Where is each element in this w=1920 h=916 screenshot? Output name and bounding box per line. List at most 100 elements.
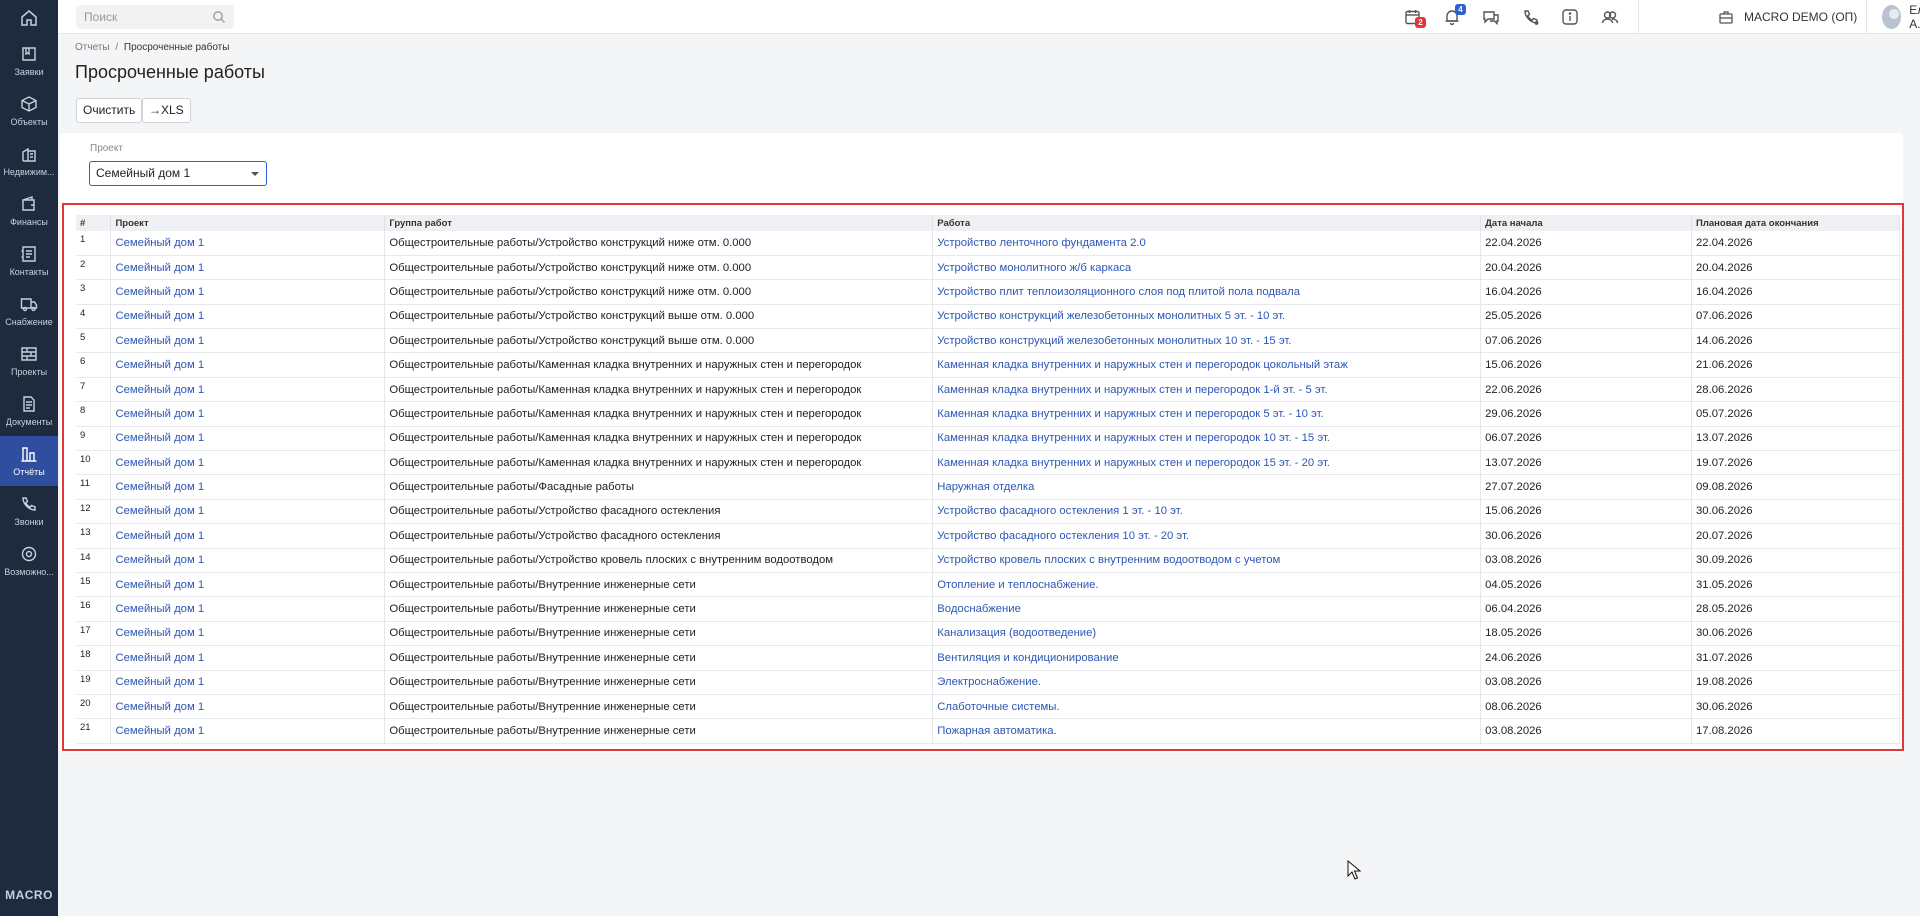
column-header[interactable]: # xyxy=(76,215,112,231)
planned-end-date-cell: 20.07.2026 xyxy=(1691,523,1900,549)
breadcrumb-parent[interactable]: Отчеты xyxy=(75,42,110,53)
sidebar-item-reports[interactable]: Отчёты xyxy=(0,436,58,486)
sidebar-item-gear[interactable]: Возможно... xyxy=(0,536,58,586)
sidebar-item-box[interactable]: Объекты xyxy=(0,86,58,136)
sidebar-item-wallet[interactable]: Финансы xyxy=(0,186,58,236)
search-input[interactable]: Поиск xyxy=(76,5,234,29)
project-link[interactable]: Семейный дом 1 xyxy=(110,572,386,597)
work-group-cell: Общестроительные работы/Внутренние инжен… xyxy=(384,572,934,597)
project-link[interactable]: Семейный дом 1 xyxy=(110,548,386,573)
sidebar-item-document[interactable]: Документы xyxy=(0,386,58,436)
planned-end-date-cell: 19.07.2026 xyxy=(1691,450,1900,475)
work-link[interactable]: Устройство ленточного фундамента 2.0 xyxy=(932,231,1482,256)
work-link[interactable]: Отопление и теплоснабжение. xyxy=(932,572,1482,597)
sidebar-item-label: Возможно... xyxy=(4,567,54,577)
project-select[interactable]: Семейный дом 1 xyxy=(89,161,267,186)
column-header[interactable]: Плановая дата окончания xyxy=(1691,215,1900,231)
chat-button[interactable] xyxy=(1482,8,1500,26)
row-number: 10 xyxy=(76,450,112,475)
column-header[interactable]: Работа xyxy=(932,215,1482,231)
work-link[interactable]: Водоснабжение xyxy=(932,596,1482,622)
sidebar-item-contacts[interactable]: Контакты xyxy=(0,236,58,286)
work-link[interactable]: Устройство кровель плоских с внутренним … xyxy=(932,548,1482,573)
sidebar-item-building[interactable]: Недвижим... xyxy=(0,136,58,186)
export-xls-button[interactable]: →XLS xyxy=(142,98,191,123)
work-link[interactable]: Каменная кладка внутренних и наружных ст… xyxy=(932,377,1482,402)
project-link[interactable]: Семейный дом 1 xyxy=(110,231,386,256)
table-row: 4 Семейный дом 1 Общестроительные работы/У… xyxy=(76,304,1900,329)
sidebar-item-truck[interactable]: Снабжение xyxy=(0,286,58,336)
table-row: 2 Семейный дом 1 Общестроительные работы/У… xyxy=(76,255,1900,280)
project-link[interactable]: Семейный дом 1 xyxy=(110,328,386,353)
row-number: 16 xyxy=(76,596,112,622)
breadcrumb-current: Просроченные работы xyxy=(123,42,230,53)
planned-end-date-cell: 31.05.2026 xyxy=(1691,572,1900,597)
column-header[interactable]: Группа работ xyxy=(384,215,934,231)
row-number: 18 xyxy=(76,645,112,671)
sidebar-item-projects[interactable]: Проекты xyxy=(0,336,58,386)
column-header[interactable]: Проект xyxy=(110,215,386,231)
work-link[interactable]: Каменная кладка внутренних и наружных ст… xyxy=(932,352,1482,378)
row-number: 9 xyxy=(76,426,112,451)
project-link[interactable]: Семейный дом 1 xyxy=(110,670,386,695)
calls-button[interactable] xyxy=(1522,8,1540,26)
row-number: 13 xyxy=(76,523,112,549)
project-link[interactable]: Семейный дом 1 xyxy=(110,450,386,475)
phone-icon xyxy=(22,497,36,511)
work-link[interactable]: Каменная кладка внутренних и наружных ст… xyxy=(932,450,1482,475)
user-menu[interactable]: Елена А. xyxy=(1882,0,1920,34)
work-link[interactable]: Пожарная автоматика. xyxy=(932,718,1482,744)
info-button[interactable] xyxy=(1561,8,1579,26)
table-row: 19 Семейный дом 1 Общестроительные работы/… xyxy=(76,670,1900,695)
work-link[interactable]: Электроснабжение. xyxy=(932,670,1482,695)
project-link[interactable]: Семейный дом 1 xyxy=(110,255,386,280)
work-link[interactable]: Устройство конструкций железобетонных мо… xyxy=(932,304,1482,329)
table-row: 15 Семейный дом 1 Общестроительные работы/… xyxy=(76,572,1900,597)
start-date-cell: 24.06.2026 xyxy=(1480,645,1693,671)
work-link[interactable]: Устройство монолитного ж/б каркаса xyxy=(932,255,1482,280)
project-link[interactable]: Семейный дом 1 xyxy=(110,401,386,427)
row-number: 6 xyxy=(76,352,112,378)
work-link[interactable]: Каменная кладка внутренних и наружных ст… xyxy=(932,401,1482,427)
project-link[interactable]: Семейный дом 1 xyxy=(110,718,386,744)
calendar-button[interactable]: 2 xyxy=(1404,8,1426,28)
work-link[interactable]: Вентиляция и кондиционирование xyxy=(932,645,1482,671)
sidebar-item-label: Контакты xyxy=(9,267,49,277)
project-link[interactable]: Семейный дом 1 xyxy=(110,377,386,402)
project-link[interactable]: Семейный дом 1 xyxy=(110,596,386,622)
project-link[interactable]: Семейный дом 1 xyxy=(110,304,386,329)
work-link[interactable]: Устройство фасадного остекления 1 эт. - … xyxy=(932,499,1482,524)
project-link[interactable]: Семейный дом 1 xyxy=(110,279,386,305)
project-link[interactable]: Семейный дом 1 xyxy=(110,645,386,671)
work-link[interactable]: Устройство фасадного остекления 10 эт. -… xyxy=(932,523,1482,549)
work-link[interactable]: Каменная кладка внутренних и наружных ст… xyxy=(932,426,1482,451)
work-link[interactable]: Канализация (водоотведение) xyxy=(932,621,1482,646)
project-link[interactable]: Семейный дом 1 xyxy=(110,523,386,549)
work-link[interactable]: Устройство конструкций железобетонных мо… xyxy=(932,328,1482,353)
project-link[interactable]: Семейный дом 1 xyxy=(110,474,386,500)
column-header[interactable]: Дата начала xyxy=(1480,215,1693,231)
work-group-cell: Общестроительные работы/Каменная кладка … xyxy=(384,352,934,378)
briefcase-icon xyxy=(1719,11,1733,24)
sidebar-item-requests[interactable]: Заявки xyxy=(0,36,58,86)
home-button[interactable] xyxy=(0,0,58,36)
notifications-button[interactable]: 4 xyxy=(1443,4,1466,26)
top-bar: Поиск 2 4 MACRO DEMO (ОП) Елена А. xyxy=(58,0,1920,34)
planned-end-date-cell: 30.06.2026 xyxy=(1691,621,1900,646)
project-link[interactable]: Семейный дом 1 xyxy=(110,694,386,719)
sidebar-item-phone[interactable]: Звонки xyxy=(0,486,58,536)
work-link[interactable]: Наружная отделка xyxy=(932,474,1482,500)
app-logo: MACRO xyxy=(5,888,53,902)
sidebar-item-label: Проекты xyxy=(10,367,48,377)
project-link[interactable]: Семейный дом 1 xyxy=(110,499,386,524)
search-icon xyxy=(213,11,225,23)
project-link[interactable]: Семейный дом 1 xyxy=(110,621,386,646)
work-link[interactable]: Слаботочные системы. xyxy=(932,694,1482,719)
project-link[interactable]: Семейный дом 1 xyxy=(110,426,386,451)
project-link[interactable]: Семейный дом 1 xyxy=(110,352,386,378)
work-link[interactable]: Устройство плит теплоизоляционного слоя … xyxy=(932,279,1482,305)
start-date-cell: 22.06.2026 xyxy=(1480,377,1693,402)
company-switcher[interactable]: MACRO DEMO (ОП) xyxy=(1718,0,1857,34)
team-button[interactable] xyxy=(1601,8,1619,26)
clear-button[interactable]: Очистить xyxy=(76,98,143,123)
